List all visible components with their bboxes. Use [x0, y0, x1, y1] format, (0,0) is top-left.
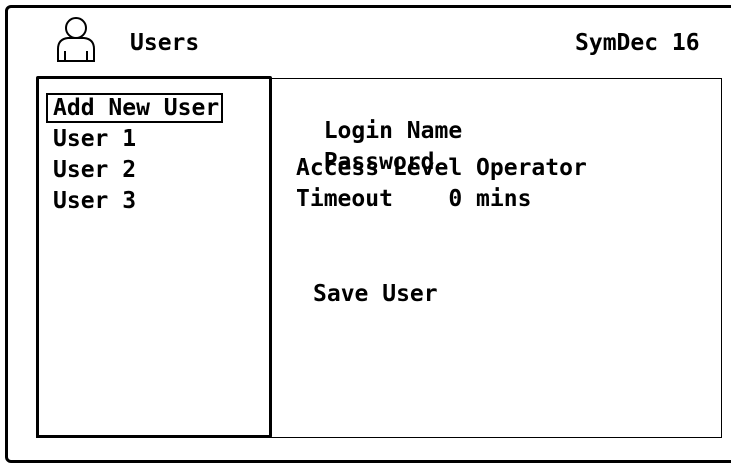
page-title: Users [130, 30, 200, 56]
timeout-unit: mins [476, 186, 532, 212]
list-item-user-3[interactable]: User 3 [53, 188, 136, 214]
list-item-add-new-user[interactable]: Add New User [46, 93, 224, 123]
access-level-value: Operator [476, 155, 587, 181]
access-level-label: Access Level [296, 155, 463, 181]
timeout-value: 0 [448, 186, 463, 212]
access-level-field[interactable]: Access Level Operator [296, 155, 587, 181]
timeout-label: Timeout [296, 186, 393, 212]
timeout-field[interactable]: Timeout 0 mins [296, 186, 531, 212]
list-item-user-1[interactable]: User 1 [53, 126, 136, 152]
user-list[interactable]: Add New User User 1 User 2 User 3 [36, 76, 272, 438]
list-item-user-2[interactable]: User 2 [53, 157, 136, 183]
save-user-button[interactable]: Save User [313, 281, 438, 307]
device-name: SymDec 16 [575, 30, 700, 56]
user-icon [56, 15, 100, 63]
